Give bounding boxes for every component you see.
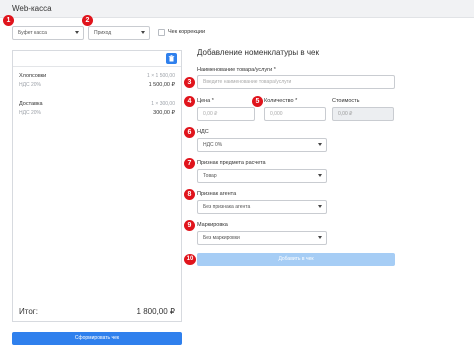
cart-item-sum: 1 500,00 ₽	[148, 82, 175, 88]
chevron-down-icon	[318, 143, 322, 146]
register-select[interactable]: Буфет касса	[12, 26, 84, 40]
clear-cart-button[interactable]	[166, 53, 177, 64]
marker-2: 2	[82, 15, 93, 26]
marker-8: 8	[184, 189, 195, 200]
agent-select[interactable]: Без признака агента	[197, 200, 327, 214]
price-input[interactable]: 0,00 ₽	[197, 107, 255, 121]
cart-item-name: Хлопсовки	[19, 73, 47, 79]
chevron-down-icon	[75, 31, 79, 34]
form-title: Добавление номенклатуры в чек	[197, 48, 319, 57]
total-label: Итог:	[19, 307, 38, 316]
subject-select-value: Товар	[203, 173, 217, 179]
register-select-value: Буфет касса	[18, 30, 47, 36]
chevron-down-icon	[141, 31, 145, 34]
top-bar: Web-касса	[0, 0, 474, 18]
marking-label: Маркировка	[197, 222, 228, 228]
name-input-placeholder: Введите наименование товара/услуги	[203, 79, 292, 85]
vat-select-value: НДС 0%	[203, 142, 223, 148]
marker-9: 9	[184, 220, 195, 231]
subject-label: Признак предмета расчета	[197, 160, 266, 166]
cost-value: 0,00 ₽	[338, 111, 353, 117]
qty-input-placeholder: 0,000	[270, 111, 283, 117]
chevron-down-icon	[318, 236, 322, 239]
trash-icon	[168, 55, 175, 62]
cart-item-qty: 1 × 300,00	[151, 101, 175, 107]
chevron-down-icon	[318, 205, 322, 208]
cost-field: 0,00 ₽	[332, 107, 394, 121]
cost-label: Стоимость	[332, 98, 360, 104]
cart-item[interactable]: Хлопсовки 1 × 1 500,00 НДС 20% 1 500,00 …	[19, 73, 175, 93]
qty-input[interactable]: 0,000	[264, 107, 326, 121]
agent-label: Признак агента	[197, 191, 237, 197]
correction-checkbox[interactable]	[158, 29, 165, 36]
agent-select-value: Без признака агента	[203, 204, 251, 210]
create-receipt-button[interactable]: Сформировать чек	[12, 332, 182, 345]
price-label: Цена *	[197, 98, 214, 104]
operation-select[interactable]: Приход	[88, 26, 150, 40]
price-input-placeholder: 0,00 ₽	[203, 111, 218, 117]
cart-total: Итог: 1 800,00 ₽	[19, 307, 175, 319]
name-label: Наименование товара/услуги *	[197, 67, 276, 73]
marker-5: 5	[252, 96, 263, 107]
app-title: Web-касса	[12, 4, 52, 13]
marking-select-value: Без маркировки	[203, 235, 240, 241]
vat-select[interactable]: НДС 0%	[197, 138, 327, 152]
cart-item-sum: 300,00 ₽	[153, 110, 175, 116]
add-to-receipt-button[interactable]: Добавить в чек	[197, 253, 395, 266]
marker-10: 10	[184, 254, 196, 265]
marker-7: 7	[184, 158, 195, 169]
name-input[interactable]: Введите наименование товара/услуги	[197, 75, 395, 89]
marker-1: 1	[3, 15, 14, 26]
vat-label: НДС	[197, 129, 209, 135]
marker-3: 3	[184, 77, 195, 88]
operation-select-value: Приход	[94, 30, 112, 36]
total-value: 1 800,00 ₽	[136, 307, 175, 316]
cart-item-name: Доставка	[19, 101, 43, 107]
subject-select[interactable]: Товар	[197, 169, 327, 183]
cart-header	[13, 51, 181, 67]
cart-item-vat: НДС 20%	[19, 110, 42, 116]
cart-item-vat: НДС 20%	[19, 82, 42, 88]
marker-6: 6	[184, 127, 195, 138]
cart-item-qty: 1 × 1 500,00	[147, 73, 175, 79]
marker-4: 4	[184, 96, 195, 107]
correction-label: Чек коррекции	[168, 29, 206, 35]
qty-label: Количество *	[264, 98, 298, 104]
marking-select[interactable]: Без маркировки	[197, 231, 327, 245]
cart-item[interactable]: Доставка 1 × 300,00 НДС 20% 300,00 ₽	[19, 101, 175, 121]
chevron-down-icon	[318, 174, 322, 177]
cart-panel: Хлопсовки 1 × 1 500,00 НДС 20% 1 500,00 …	[12, 50, 182, 322]
